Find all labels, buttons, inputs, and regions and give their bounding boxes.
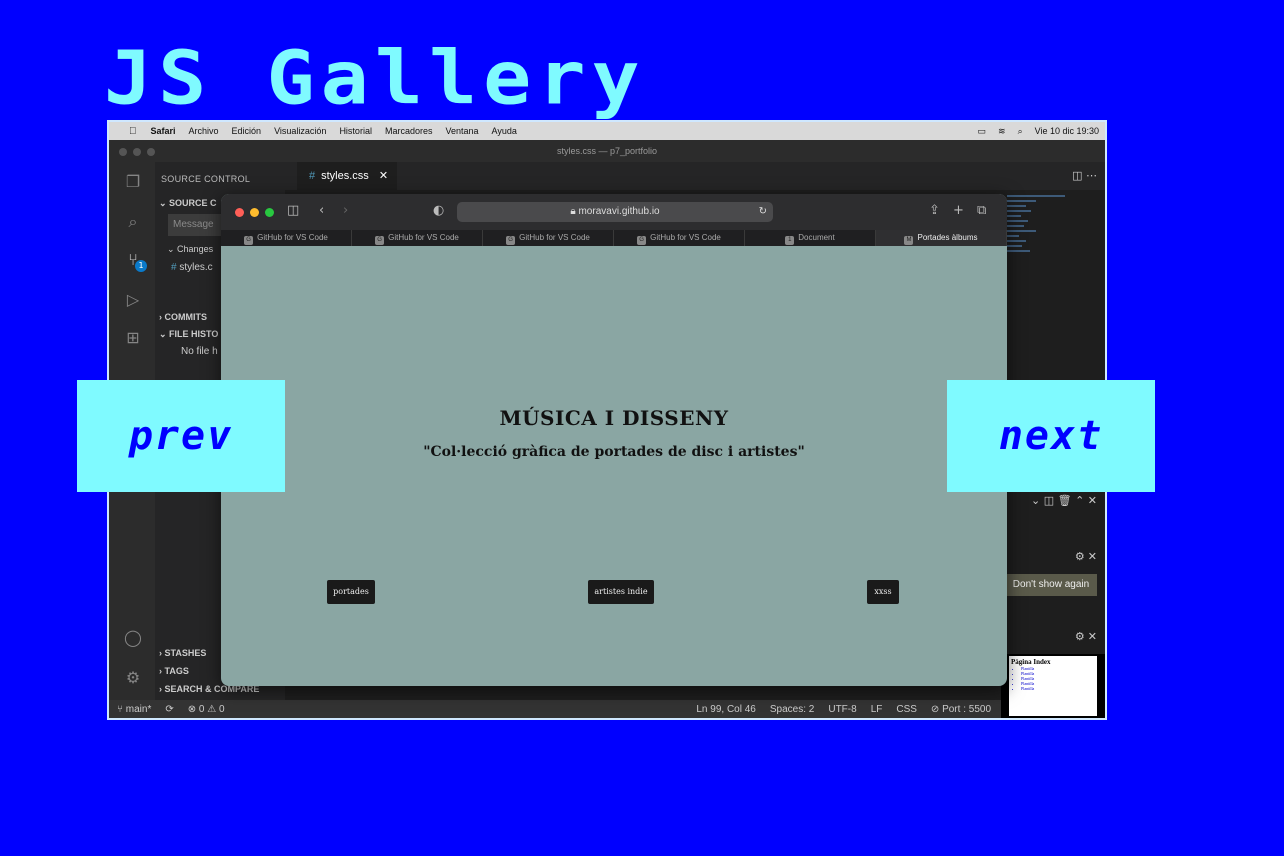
sync-icon[interactable]: ⟳	[165, 704, 173, 715]
page-heading: MÚSICA I DISSENY	[499, 406, 729, 430]
branch-indicator[interactable]: ⑂ main*	[117, 704, 151, 715]
wifi-icon[interactable]: ≋	[998, 126, 1006, 137]
safari-tab[interactable]: G GitHub for VS Code	[221, 230, 352, 246]
tab-overview-icon[interactable]: ⧉	[977, 203, 986, 218]
no-file-text: No file h	[181, 346, 218, 357]
changes-group[interactable]: ⌄ Changes	[167, 244, 213, 255]
safari-toolbar: ◫ ‹ › ◐ 🔒︎ moravavi.github.io ↻ ⇪ + ⧉	[221, 194, 1007, 230]
window-title: styles.css — p7_portfolio	[556, 146, 658, 156]
editor-tabbar: # styles.css ✕ ◫ ⋯	[285, 162, 1105, 190]
explorer-icon[interactable]: ❐	[123, 172, 143, 192]
run-debug-icon[interactable]: ▷	[123, 290, 143, 310]
menu-item[interactable]: Ayuda	[492, 126, 517, 136]
section-source-control[interactable]: ⌄ SOURCE C	[159, 198, 217, 209]
safari-tab[interactable]: G GitHub for VS Code	[352, 230, 483, 246]
xxss-button[interactable]: xxss	[867, 580, 899, 604]
clock-text[interactable]: Vie 10 dic 19:30	[1035, 126, 1099, 136]
vscode-titlebar: styles.css — p7_portfolio	[109, 140, 1105, 162]
indentation[interactable]: Spaces: 2	[770, 704, 814, 715]
mac-menubar:  Safari Archivo Edición Visualización H…	[109, 122, 1105, 140]
back-icon[interactable]: ‹	[319, 203, 324, 218]
section-commits[interactable]: › COMMITS	[159, 312, 207, 322]
battery-icon[interactable]: ▭	[978, 126, 987, 137]
traffic-lights[interactable]	[235, 208, 274, 217]
statusbar: ⑂ main* ⟳ ⊗ 0 ⚠ 0 Ln 99, Col 46 Spaces: …	[109, 700, 1105, 718]
extensions-icon[interactable]: ⊞	[123, 328, 143, 348]
share-icon[interactable]: ⇪	[929, 203, 940, 218]
minimap[interactable]	[1007, 192, 1103, 342]
sidebar-toggle-icon[interactable]: ◫	[287, 203, 299, 218]
encoding[interactable]: UTF-8	[828, 704, 856, 715]
thumbnail-link: Plantilla	[1021, 686, 1095, 691]
gallery-title: JS Gallery	[104, 35, 646, 122]
menu-item[interactable]: Visualización	[274, 126, 326, 136]
portades-button[interactable]: portades	[327, 580, 375, 604]
live-server-port[interactable]: ⊘ Port : 5500	[931, 704, 991, 715]
safari-window: ◫ ‹ › ◐ 🔒︎ moravavi.github.io ↻ ⇪ + ⧉ GG…	[221, 194, 1007, 686]
dont-show-again-button[interactable]: Don't show again	[1005, 574, 1097, 596]
search-icon[interactable]: ⌕	[1018, 126, 1023, 137]
eol[interactable]: LF	[871, 704, 883, 715]
thumbnail-title: Pàgina Index	[1011, 658, 1051, 666]
scm-badge: 1	[135, 260, 147, 272]
notification-controls-2[interactable]: ⚙ ✕	[997, 630, 1097, 643]
forward-icon[interactable]: ›	[343, 203, 348, 218]
cursor-position[interactable]: Ln 99, Col 46	[696, 704, 756, 715]
safari-tab-active[interactable]: M Portades àlbums	[876, 230, 1007, 246]
sidebar-header: SOURCE CONTROL	[161, 174, 251, 184]
gear-icon[interactable]: ⚙	[123, 668, 143, 688]
shield-icon[interactable]: ◐	[433, 203, 444, 218]
account-icon[interactable]: ◯	[123, 628, 143, 648]
menu-item[interactable]: Archivo	[189, 126, 219, 136]
next-button[interactable]: next	[947, 380, 1155, 492]
new-tab-icon[interactable]: +	[953, 203, 964, 218]
prev-button[interactable]: prev	[77, 380, 285, 492]
safari-tabbar: G GitHub for VS Code G GitHub for VS Code …	[221, 230, 1007, 246]
panel-controls[interactable]: ⌄ ◫ 🗑 ⌃ ✕	[1031, 494, 1097, 507]
problems-indicator[interactable]: ⊗ 0 ⚠ 0	[188, 704, 225, 715]
section-stashes[interactable]: › STASHES	[159, 648, 206, 658]
split-editor-icon[interactable]: ◫ ⋯	[1072, 169, 1097, 182]
page-subheading: "Col·lecció gràfica de portades de disc …	[423, 444, 805, 460]
safari-tab[interactable]: G GitHub for VS Code	[614, 230, 745, 246]
artistes-indie-button[interactable]: artistes indie	[588, 580, 654, 604]
section-file-history[interactable]: ⌄ FILE HISTO	[159, 329, 218, 340]
menu-item[interactable]: Ventana	[445, 126, 478, 136]
language-mode[interactable]: CSS	[896, 704, 917, 715]
preview-thumbnail[interactable]: Pàgina Index Plantilla Plantilla Plantil…	[1001, 654, 1105, 718]
tab-styles-css[interactable]: # styles.css ✕	[297, 162, 397, 190]
menu-item[interactable]: Edición	[232, 126, 262, 136]
window-controls	[119, 148, 155, 156]
close-icon: ✕	[378, 170, 389, 182]
apple-icon[interactable]: 	[129, 126, 137, 137]
reload-icon[interactable]: ↻	[759, 202, 767, 222]
menu-app[interactable]: Safari	[151, 126, 176, 136]
menu-item[interactable]: Marcadores	[385, 126, 433, 136]
menu-item[interactable]: Historial	[339, 126, 372, 136]
safari-tab[interactable]: G GitHub for VS Code	[483, 230, 614, 246]
url-bar[interactable]: 🔒︎ moravavi.github.io ↻	[457, 202, 773, 222]
safari-tab[interactable]: 1 Document	[745, 230, 876, 246]
notification-controls[interactable]: ⚙ ✕	[997, 550, 1097, 563]
section-tags[interactable]: › TAGS	[159, 666, 189, 676]
lock-icon: 🔒︎	[570, 206, 576, 217]
changed-file[interactable]: # styles.c	[171, 262, 213, 273]
search-icon[interactable]: ⌕	[123, 212, 143, 232]
